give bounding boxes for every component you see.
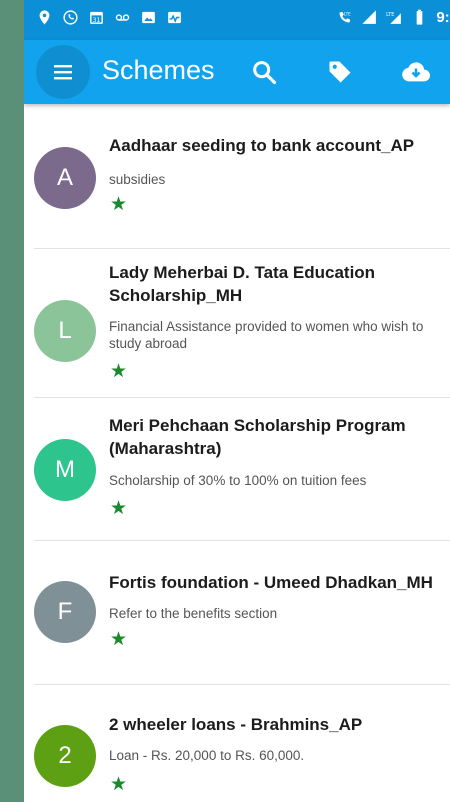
activity-icon	[166, 9, 183, 26]
status-bar: 31 LTE LTE 9:5	[24, 0, 450, 40]
cloud-download-icon	[402, 62, 430, 82]
search-icon	[253, 61, 277, 85]
svg-text:31: 31	[92, 16, 100, 24]
avatar: F	[34, 581, 96, 643]
scheme-subtitle: Loan - Rs. 20,000 to Rs. 60,000.	[109, 748, 305, 763]
list-item[interactable]: M Meri Pehchaan Scholarship Program (Mah…	[24, 398, 450, 540]
list-item[interactable]: L Lady Meherbai D. Tata Education Schola…	[24, 249, 450, 397]
whatsapp-icon	[62, 9, 79, 26]
page-title: Schemes	[102, 55, 215, 85]
scheme-list: A Aadhaar seeding to bank account_AP sub…	[24, 104, 450, 802]
scheme-title: Aadhaar seeding to bank account_AP	[109, 136, 415, 155]
search-button[interactable]	[250, 58, 278, 86]
scheme-subtitle: Scholarship of 30% to 100% on tuition fe…	[109, 473, 367, 488]
star-icon: ★	[110, 498, 128, 519]
tag-button[interactable]	[326, 58, 354, 86]
tag-icon	[329, 61, 351, 83]
avatar: A	[34, 147, 96, 209]
scheme-title: 2 wheeler loans - Brahmins_AP	[109, 715, 363, 734]
battery-icon	[411, 9, 428, 26]
location-pin-icon	[36, 9, 53, 26]
calendar-icon: 31	[88, 9, 105, 26]
star-icon: ★	[110, 194, 128, 215]
menu-icon	[54, 65, 72, 80]
star-icon: ★	[110, 629, 128, 650]
status-icons-left: 31	[36, 9, 183, 26]
svg-text:LTE: LTE	[386, 12, 394, 18]
list-item[interactable]: F Fortis foundation - Umeed Dhadkan_MH R…	[24, 541, 450, 684]
app-screen: 31 LTE LTE 9:5	[24, 0, 450, 802]
cloud-download-button[interactable]	[402, 58, 430, 86]
avatar: M	[34, 439, 96, 501]
scheme-title: Meri Pehchaan Scholarship Program (Mahar…	[109, 416, 406, 458]
list-item[interactable]: A Aadhaar seeding to bank account_AP sub…	[24, 104, 450, 248]
lte-signal-icon: LTE	[386, 9, 403, 26]
menu-button[interactable]	[36, 45, 90, 99]
voicemail-icon	[114, 9, 131, 26]
scheme-subtitle: Refer to the benefits section	[109, 606, 278, 621]
scheme-subtitle: Financial Assistance provided to women w…	[109, 319, 424, 351]
signal-icon	[361, 9, 378, 26]
status-time: 9:5	[436, 9, 450, 26]
scheme-title: Lady Meherbai D. Tata Education Scholars…	[109, 263, 376, 305]
scheme-subtitle: subsidies	[109, 172, 166, 187]
avatar: L	[34, 300, 96, 362]
list-item[interactable]: 2 2 wheeler loans - Brahmins_AP Loan - R…	[24, 685, 450, 802]
star-icon: ★	[110, 361, 128, 382]
avatar: 2	[34, 725, 96, 787]
gallery-icon	[140, 9, 157, 26]
wifi-calling-icon: LTE	[336, 9, 353, 26]
scheme-title: Fortis foundation - Umeed Dhadkan_MH	[109, 573, 433, 592]
status-icons-right: LTE LTE 9:5	[336, 9, 450, 26]
svg-text:LTE: LTE	[344, 11, 351, 17]
star-icon: ★	[110, 774, 128, 795]
app-bar: Schemes	[24, 40, 450, 104]
